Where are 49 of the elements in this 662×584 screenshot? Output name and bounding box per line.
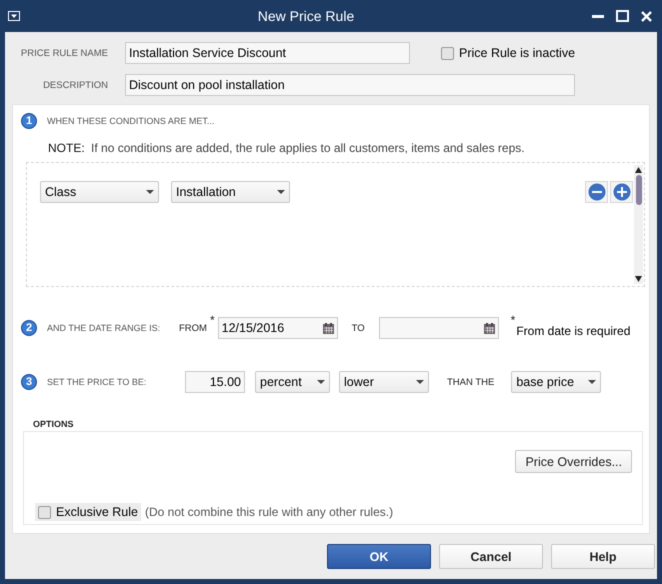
note-label: NOTE: [48,141,85,155]
calendar-icon[interactable] [484,322,495,334]
plus-icon [612,183,630,201]
than-label: THAN THE [447,376,494,388]
checkbox[interactable] [38,506,51,518]
unit-dropdown[interactable]: percent [255,371,330,393]
required-mark: * [210,313,215,327]
footnote-mark: * [510,313,516,327]
from-label: FROM [179,322,207,334]
name-field[interactable]: Installation Service Discount [125,42,410,64]
section-heading: SET THE PRICE TO BE: [47,377,148,387]
maximize-icon[interactable] [616,10,629,22]
scroll-down-icon[interactable] [635,276,642,282]
section-heading: WHEN THESE CONDITIONS ARE MET... [47,116,214,126]
calendar-icon[interactable] [322,322,334,334]
field-label: PRICE RULE NAME [20,48,108,58]
scrollbar[interactable] [634,165,643,284]
dialog-button[interactable]: Help [551,544,655,569]
add-button[interactable] [610,181,633,203]
to-date-field[interactable] [378,317,499,339]
remove-button[interactable] [585,181,608,203]
checkbox-label: Price Rule is inactive [459,46,576,60]
to-label: TO [352,322,365,334]
note-text: If no conditions are added, the rule applies to all customers, items and sales reps. [91,141,525,155]
description-field[interactable]: Discount on pool installation [125,74,575,96]
window-title: New Price Rule [256,8,356,24]
scroll-up-icon[interactable] [635,167,642,173]
amount-field[interactable]: 15.00 [185,371,245,393]
checkbox-label: Exclusive Rule [56,505,138,519]
hint-text: (Do not combine this rule with any other rules.) [144,505,394,519]
basis-dropdown[interactable]: base price [511,371,602,393]
dialog-button[interactable]: OK [327,544,431,569]
step-number-icon: 1 [21,113,37,129]
condition-value-dropdown[interactable]: Installation [171,181,290,203]
step-number-icon: 2 [21,320,37,336]
footnote-text: From date is required [516,324,630,338]
scroll-thumb[interactable] [636,175,642,205]
section-heading: AND THE DATE RANGE IS: [47,323,162,333]
window-menu-icon[interactable] [8,11,20,21]
from-date-field[interactable]: 12/15/2016 [218,317,338,339]
condition-type-dropdown[interactable]: Class [40,181,159,203]
direction-dropdown[interactable]: lower [339,371,429,393]
price-overrides-button[interactable]: Price Overrides... [515,450,632,473]
close-icon[interactable] [641,10,652,22]
field-label: DESCRIPTION [42,80,108,90]
step-number-icon: 3 [21,374,37,390]
options-heading: OPTIONS [33,419,75,429]
minus-icon [588,183,606,201]
dialog-button[interactable]: Cancel [439,544,543,569]
